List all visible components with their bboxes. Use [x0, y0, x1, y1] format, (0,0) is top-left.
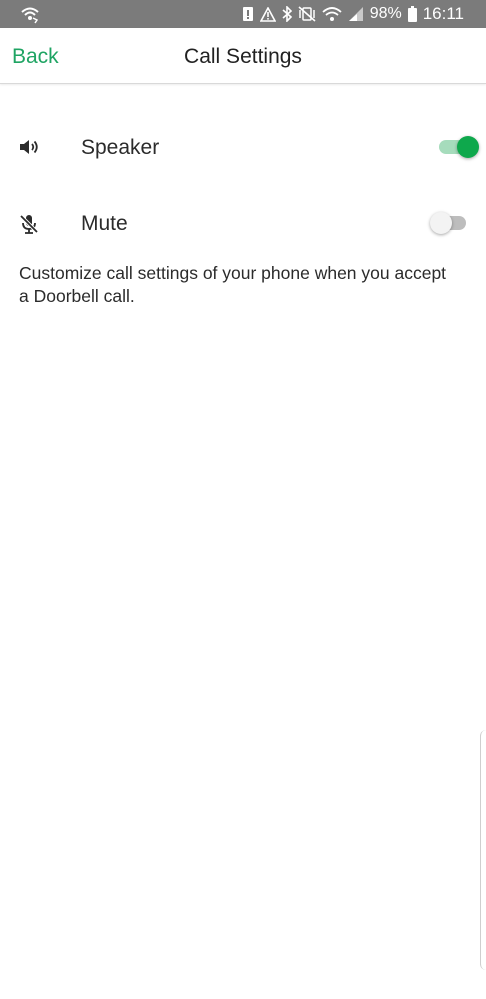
status-icons: 98% 16:11	[242, 0, 464, 28]
setting-row-speaker: Speaker	[0, 124, 486, 172]
setting-label: Speaker	[81, 136, 160, 159]
wifi-calling-icon	[20, 4, 40, 24]
toggle-thumb	[457, 136, 479, 158]
toggle-thumb	[430, 212, 452, 234]
setting-label: Mute	[81, 212, 128, 235]
sim-alert-icon	[242, 6, 254, 22]
wifi-icon	[322, 6, 342, 22]
mic-mute-icon	[18, 213, 40, 240]
app-header: Back Call Settings	[0, 28, 486, 84]
page-title: Call Settings	[184, 45, 302, 68]
speaker-toggle[interactable]	[437, 133, 479, 161]
warning-icon	[259, 6, 276, 22]
vibrate-mute-icon	[298, 6, 316, 22]
setting-row-mute: Mute	[0, 200, 486, 248]
edge-panel-handle[interactable]	[480, 730, 486, 970]
mute-toggle[interactable]	[430, 209, 472, 237]
battery-percent: 98%	[369, 5, 402, 22]
status-bar: 98% 16:11	[0, 0, 486, 28]
battery-icon	[407, 6, 417, 22]
bluetooth-icon	[282, 6, 292, 22]
signal-icon	[348, 6, 364, 22]
settings-description: Customize call settings of your phone wh…	[19, 263, 447, 306]
speaker-icon	[18, 137, 40, 162]
clock: 16:11	[422, 4, 464, 23]
